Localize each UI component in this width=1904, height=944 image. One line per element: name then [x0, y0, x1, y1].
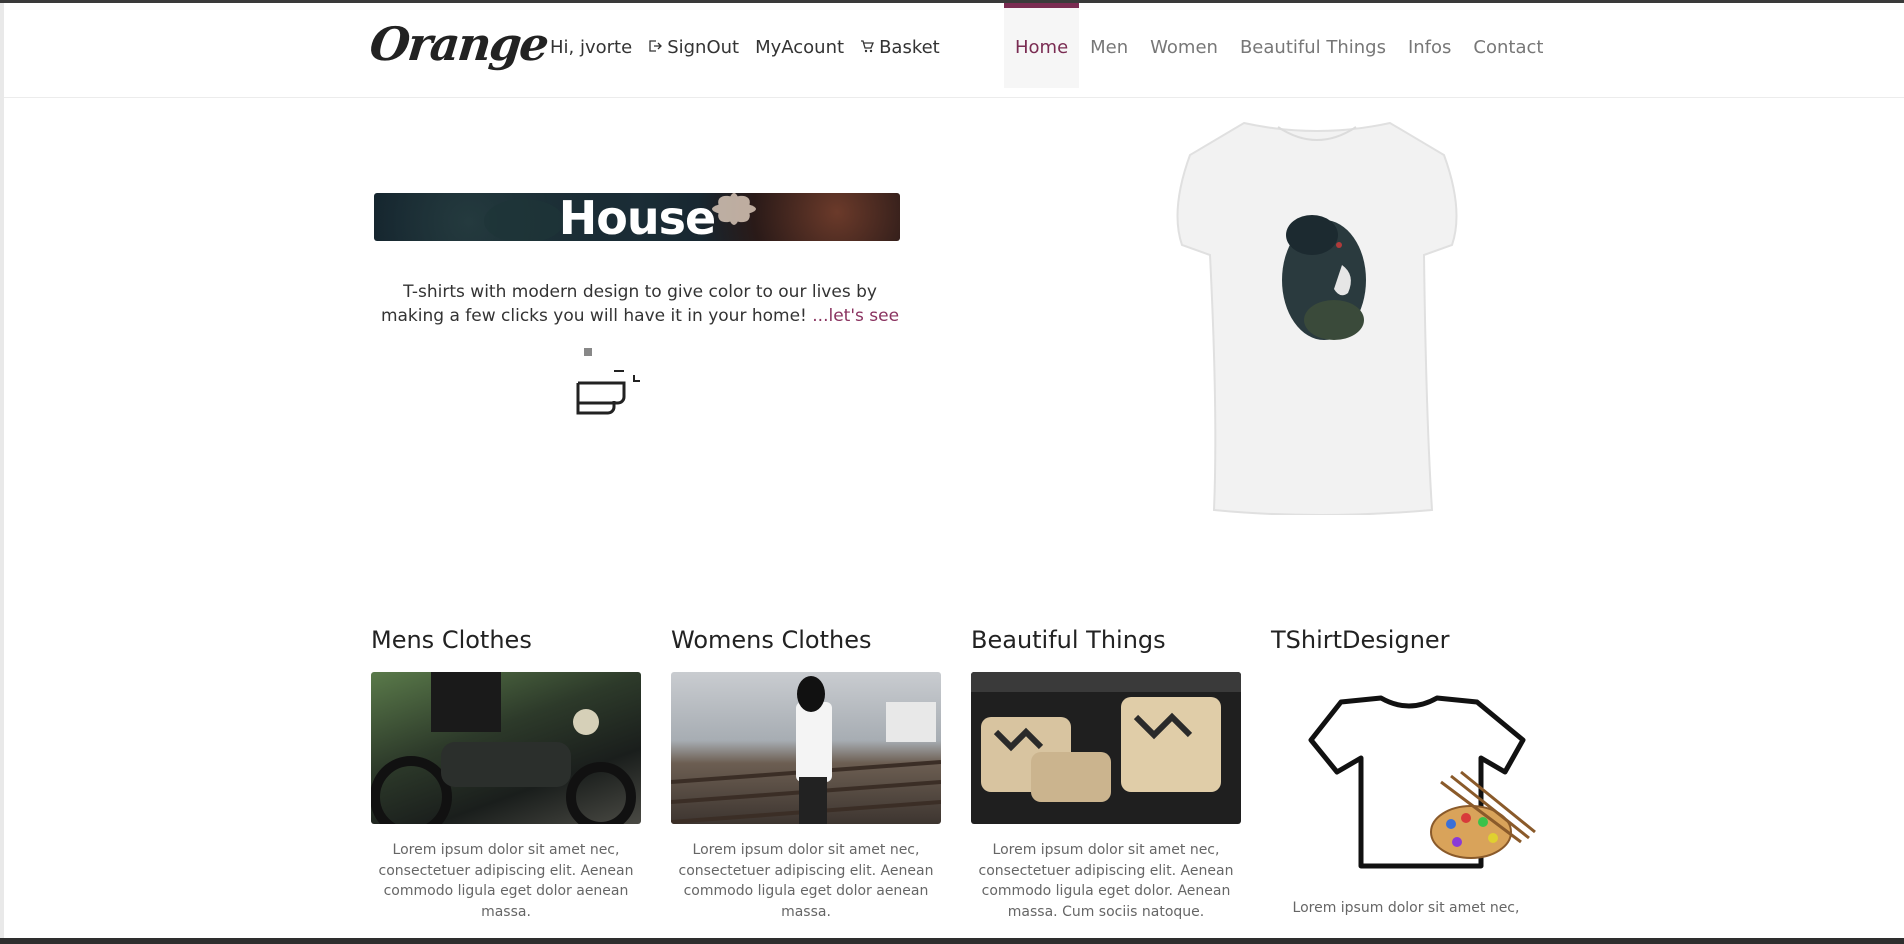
banner-title: House [558, 193, 716, 241]
tshirt-palette-icon [1308, 695, 1536, 869]
lets-see-link[interactable]: ...let's see [807, 306, 899, 326]
category-card-women[interactable]: Womens Clothes Lorem ipsum dolor sit ame… [671, 626, 941, 922]
nav-beautiful-things[interactable]: Beautiful Things [1229, 3, 1397, 88]
main-navigation: Home Men Women Beautiful Things Infos Co… [1004, 3, 1554, 88]
pillows-illustration [971, 672, 1241, 802]
nav-contact[interactable]: Contact [1462, 3, 1554, 88]
category-description: Lorem ipsum dolor sit amet nec, consecte… [978, 842, 1234, 920]
railway-illustration [671, 676, 941, 824]
nav-infos[interactable]: Infos [1397, 3, 1462, 88]
category-description: Lorem ipsum dolor sit amet nec, [1292, 900, 1520, 916]
my-account-link[interactable]: MyAcount [755, 37, 844, 58]
category-title[interactable]: Womens Clothes [671, 626, 941, 672]
signout-button[interactable]: SignOut [648, 37, 739, 58]
user-menu: Hi, jvorte SignOut MyAcount Basket [550, 37, 956, 58]
signout-icon [648, 39, 663, 57]
signout-label: SignOut [667, 37, 740, 58]
basket-link[interactable]: Basket [860, 37, 940, 58]
category-card-beautiful-things[interactable]: Beautiful Things Lorem ipsum dolor sit a… [971, 626, 1241, 922]
category-title[interactable]: Beautiful Things [971, 626, 1241, 672]
men-motorcycle-image[interactable] [371, 672, 641, 824]
my-account-label: MyAcount [755, 37, 845, 58]
intro-copy: T-shirts with modern design to give colo… [380, 282, 877, 326]
pillows-image[interactable] [971, 672, 1241, 824]
window-left-border [0, 3, 4, 938]
cart-icon [860, 39, 875, 57]
basket-label: Basket [879, 37, 940, 58]
window-bottom-border [0, 938, 1904, 944]
motorcycle-illustration [371, 672, 636, 824]
house-banner: House [374, 193, 900, 241]
category-description: Lorem ipsum dolor sit amet nec, consecte… [678, 842, 934, 920]
nav-men[interactable]: Men [1079, 3, 1139, 88]
orange-logo[interactable]: Orange [367, 17, 550, 71]
category-card-men[interactable]: Mens Clothes Lorem ipsum dolor sit amet … [371, 626, 641, 922]
women-railway-image[interactable] [671, 672, 941, 824]
category-card-tshirt-designer[interactable]: TShirtDesigner Lorem ipsum dolor sit ame… [1271, 626, 1541, 922]
nav-women[interactable]: Women [1139, 3, 1229, 88]
site-header: Orange Hi, jvorte SignOut MyAcount Baske… [4, 3, 1904, 98]
greeting-label: Hi, jvorte [550, 37, 633, 58]
category-title[interactable]: Mens Clothes [371, 626, 641, 672]
nav-home[interactable]: Home [1004, 3, 1080, 88]
tshirt-designer-image[interactable] [1271, 672, 1541, 882]
greeting-link[interactable]: Hi, jvorte [550, 37, 632, 58]
featured-tshirt-image [1176, 121, 1458, 515]
category-description: Lorem ipsum dolor sit amet nec, consecte… [378, 842, 634, 920]
intro-text: T-shirts with modern design to give colo… [380, 280, 900, 328]
category-title[interactable]: TShirtDesigner [1271, 626, 1541, 672]
broken-image-icon [576, 348, 640, 415]
category-cards: Mens Clothes Lorem ipsum dolor sit amet … [371, 626, 1571, 922]
